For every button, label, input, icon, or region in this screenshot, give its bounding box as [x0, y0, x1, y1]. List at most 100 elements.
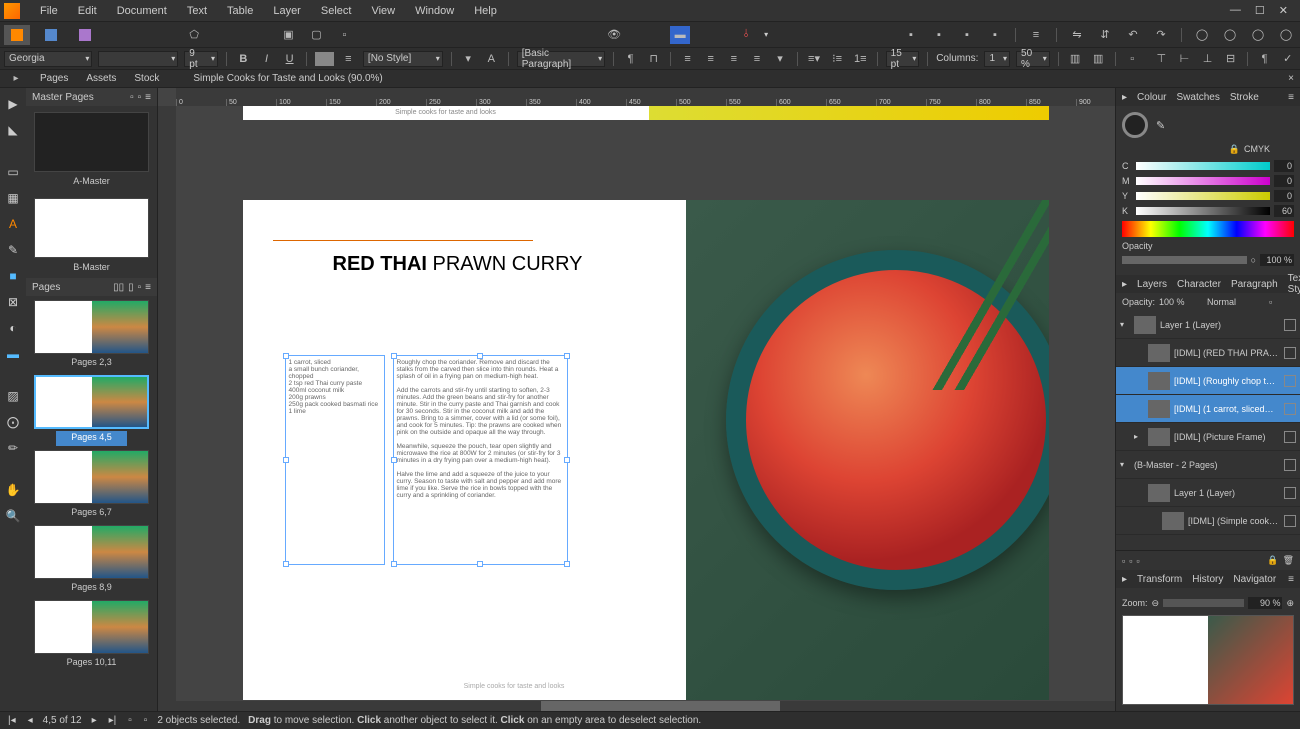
method-frame[interactable]: Roughly chop the coriander. Remove and d…: [393, 355, 568, 565]
k-slider[interactable]: [1136, 207, 1270, 215]
persona-publisher[interactable]: [4, 25, 30, 45]
layer-mask-icon[interactable]: ▫: [1129, 556, 1132, 566]
align-j-icon[interactable]: ≡: [748, 50, 765, 68]
brush-tool-icon[interactable]: ✏: [3, 438, 23, 458]
layer-lock-icon[interactable]: 🔒: [1267, 555, 1278, 566]
tab-transform[interactable]: Transform: [1137, 574, 1182, 585]
zoom-tool-icon[interactable]: 🔍: [3, 506, 23, 526]
menu-help[interactable]: Help: [464, 5, 507, 17]
menu-view[interactable]: View: [361, 5, 405, 17]
spectrum-strip[interactable]: [1122, 221, 1294, 237]
tab-navigator[interactable]: Navigator: [1233, 574, 1276, 585]
fill-swatch[interactable]: [315, 52, 334, 66]
nav-toggle-icon[interactable]: ▸: [1122, 574, 1127, 585]
va-bot-icon[interactable]: ⊥: [1199, 50, 1216, 68]
align-left-icon[interactable]: ≡: [1026, 26, 1046, 44]
colour-wheel[interactable]: [1122, 112, 1148, 138]
master-a-thumb[interactable]: [34, 112, 149, 172]
eyedropper-icon[interactable]: ✎: [1156, 119, 1165, 132]
char-style-icon[interactable]: ≡: [340, 50, 357, 68]
layer-opacity-select[interactable]: 100 %: [1159, 297, 1203, 307]
menu-file[interactable]: File: [30, 5, 68, 17]
menu-edit[interactable]: Edit: [68, 5, 107, 17]
spread-4-5[interactable]: RED THAI PRAWN CURRY 1 carrot, sliced a …: [243, 200, 1049, 700]
t2-icon[interactable]: A: [483, 50, 500, 68]
layer-toggle-icon[interactable]: ▸: [1122, 279, 1127, 290]
y-value[interactable]: 0: [1274, 190, 1294, 202]
underline-button[interactable]: U: [281, 50, 298, 68]
c-slider[interactable]: [1136, 162, 1270, 170]
layer-row[interactable]: [IDML] (Roughly chop t…: [1116, 367, 1300, 395]
para-style-select[interactable]: [Basic Paragraph]: [517, 51, 605, 67]
transparency-tool-icon[interactable]: ▨: [3, 386, 23, 406]
pages-menu-icon[interactable]: ≡: [145, 282, 151, 293]
k-value[interactable]: 60: [1274, 205, 1294, 217]
blend-mode-select[interactable]: Normal: [1207, 297, 1265, 307]
tab-layers[interactable]: Layers: [1137, 279, 1167, 290]
circle4-icon[interactable]: ◯: [1276, 26, 1296, 44]
picture-frame-icon[interactable]: ▣: [279, 26, 299, 44]
circle2-icon[interactable]: ◯: [1220, 26, 1240, 44]
next-page-button[interactable]: ▸: [90, 715, 99, 726]
layer-row[interactable]: Layer 1 (Layer): [1116, 479, 1300, 507]
home-icon[interactable]: ⬠: [184, 26, 204, 44]
columns-select[interactable]: 1: [984, 51, 1010, 67]
hero-image-frame[interactable]: [686, 200, 1049, 700]
tab-assets[interactable]: Assets: [82, 73, 120, 84]
tab-paragraph[interactable]: Paragraph: [1231, 279, 1278, 290]
visibility-checkbox[interactable]: [1284, 375, 1296, 387]
tab-stock[interactable]: Stock: [130, 73, 163, 84]
opacity-slider[interactable]: [1122, 256, 1247, 264]
align-l-icon[interactable]: ≡: [679, 50, 696, 68]
arrange-back-icon[interactable]: ▪: [901, 26, 921, 44]
align-more-icon[interactable]: ▾: [772, 50, 789, 68]
layer-adj-icon[interactable]: ▫: [1136, 556, 1139, 566]
clip-icon[interactable]: ▬: [670, 26, 690, 44]
menu-text[interactable]: Text: [177, 5, 217, 17]
char-style-select[interactable]: [No Style]: [363, 51, 443, 67]
m-value[interactable]: 0: [1274, 175, 1294, 187]
visibility-checkbox[interactable]: [1284, 515, 1296, 527]
maximize-button[interactable]: ☐: [1255, 4, 1265, 17]
horizontal-ruler[interactable]: 0501001502002503003504004505005506006507…: [176, 88, 1115, 106]
preview-icon[interactable]: 👁: [604, 26, 624, 44]
circle3-icon[interactable]: ◯: [1248, 26, 1268, 44]
tab-text-styles[interactable]: Text Styles: [1288, 273, 1300, 295]
arrange-backward-icon[interactable]: ▪: [929, 26, 949, 44]
tab-stroke[interactable]: Stroke: [1230, 92, 1259, 103]
layer-opt-icon[interactable]: ▫: [1269, 297, 1272, 307]
layer-row[interactable]: [IDML] (1 carrot, sliced…: [1116, 395, 1300, 423]
pan-tool-icon[interactable]: ✋: [3, 480, 23, 500]
layers-list[interactable]: ▾Layer 1 (Layer) [IDML] (RED THAI PRA… […: [1116, 311, 1300, 550]
colour-menu-icon[interactable]: ≡: [1288, 92, 1294, 103]
rotate-cw-icon[interactable]: ↷: [1151, 26, 1171, 44]
p2-icon[interactable]: ⊓: [645, 50, 662, 68]
va-top-icon[interactable]: ⊤: [1153, 50, 1170, 68]
pages-list[interactable]: Pages 2,3 Pages 4,5 Pages 6,7 Pages 8,9 …: [26, 296, 157, 711]
colour-mode-select[interactable]: CMYK: [1244, 144, 1294, 155]
master-menu-icon[interactable]: ≡: [145, 92, 151, 103]
page-thumb-8-9[interactable]: [34, 525, 149, 579]
scale-select[interactable]: 50 %: [1016, 51, 1050, 67]
t1-icon[interactable]: ▾: [460, 50, 477, 68]
opacity-value[interactable]: 100 %: [1260, 254, 1294, 266]
vertical-ruler[interactable]: [158, 106, 176, 711]
artistic-text-tool-icon[interactable]: A: [3, 214, 23, 234]
font-style-select[interactable]: [98, 51, 178, 67]
layer-row[interactable]: [IDML] (RED THAI PRA…: [1116, 339, 1300, 367]
zoom-slider[interactable]: [1163, 599, 1244, 607]
master-opt1-icon[interactable]: ▫: [130, 92, 134, 103]
layer-delete-icon[interactable]: 🗑: [1283, 555, 1294, 566]
menu-table[interactable]: Table: [217, 5, 263, 17]
table-tool-icon[interactable]: ▦: [3, 188, 23, 208]
visibility-checkbox[interactable]: [1284, 459, 1296, 471]
vector-crop-tool-icon[interactable]: ⊠: [3, 292, 23, 312]
preflight1-icon[interactable]: ▫: [126, 715, 134, 726]
opacity-reset-icon[interactable]: ○: [1251, 255, 1256, 265]
menu-window[interactable]: Window: [405, 5, 464, 17]
page-indicator[interactable]: 4,5 of 12: [43, 715, 82, 726]
list-bullet-icon[interactable]: ⁝≡: [829, 50, 846, 68]
magnet-dropdown[interactable]: ▾: [764, 30, 768, 39]
visibility-checkbox[interactable]: [1284, 487, 1296, 499]
frame-rect-tool-icon[interactable]: ▭: [3, 162, 23, 182]
